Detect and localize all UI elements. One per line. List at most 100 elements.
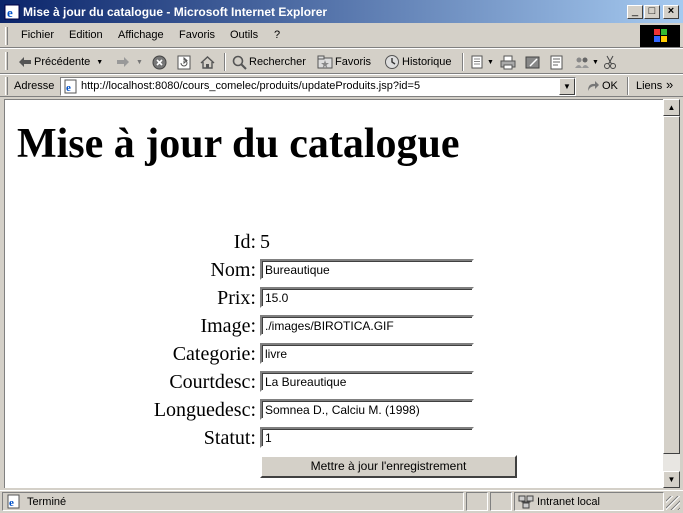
categorie-label: Categorie:	[172, 343, 256, 365]
menu-outils[interactable]: Outils	[230, 29, 258, 41]
refresh-button[interactable]	[177, 53, 191, 71]
menu-grip[interactable]	[5, 27, 8, 45]
go-button-label: OK	[602, 80, 618, 92]
status-text: Terminé	[27, 496, 67, 508]
edit-icon	[525, 56, 540, 68]
toolbar-grip[interactable]	[5, 52, 8, 70]
categorie-input[interactable]	[260, 343, 474, 364]
maximize-button[interactable]: □	[644, 5, 660, 19]
menu-bar: Fichier Edition Affichage Favoris Outils…	[0, 24, 683, 48]
address-dropdown-button[interactable]: ▼	[559, 78, 575, 95]
favorites-button[interactable]: Favoris	[317, 53, 371, 71]
history-button-label: Historique	[402, 56, 452, 68]
discuss-button[interactable]	[549, 53, 564, 71]
statut-label: Statut:	[203, 427, 256, 449]
longuedesc-input[interactable]	[260, 399, 474, 420]
nom-label: Nom:	[210, 259, 256, 281]
menu-help[interactable]: ?	[274, 29, 280, 41]
status-bar: e Terminé Intranet local	[0, 490, 683, 513]
print-icon	[500, 55, 516, 69]
status-panel-zone: Intranet local	[514, 492, 664, 511]
search-icon	[232, 55, 247, 70]
vertical-scrollbar[interactable]: ▲ ▼	[663, 99, 680, 488]
window-title: Mise à jour du catalogue - Microsoft Int…	[23, 5, 328, 19]
page-icon: e	[64, 79, 77, 94]
minimize-button[interactable]: _	[627, 5, 643, 19]
stop-icon	[152, 55, 167, 69]
status-panel-security	[490, 492, 512, 511]
standard-toolbar: Précédente ▼ ▼ Rechercher Favoris Histor…	[0, 48, 683, 74]
menu-favoris[interactable]: Favoris	[179, 29, 215, 41]
back-button[interactable]: Précédente ▼	[18, 53, 103, 71]
prix-label: Prix:	[217, 287, 256, 309]
page-done-icon: e	[7, 494, 20, 509]
address-input[interactable]: e http://localhost:8080/cours_comelec/pr…	[60, 77, 576, 96]
scroll-down-button[interactable]: ▼	[663, 471, 680, 488]
zone-text: Intranet local	[537, 496, 600, 508]
windows-logo	[640, 25, 680, 47]
messenger-button[interactable]: ▼	[574, 53, 599, 71]
courtdesc-input[interactable]	[260, 371, 474, 392]
form-row-categorie: Categorie:	[5, 343, 663, 367]
page-viewport: Mise à jour du catalogue Id: 5 Nom: Prix…	[4, 99, 663, 488]
prix-input[interactable]	[260, 287, 474, 308]
forward-dropdown-icon[interactable]: ▼	[136, 59, 143, 66]
back-dropdown-icon[interactable]: ▼	[96, 59, 103, 66]
update-record-button[interactable]: Mettre à jour l'enregistrement	[260, 455, 517, 478]
edit-button[interactable]	[525, 53, 541, 71]
go-button[interactable]: OK	[586, 77, 618, 95]
close-button[interactable]: ×	[663, 5, 679, 19]
resize-grip[interactable]	[666, 496, 680, 510]
address-label: Adresse	[14, 80, 55, 92]
links-chevron-icon[interactable]: »	[666, 77, 673, 92]
form-row-longuedesc: Longuedesc:	[5, 399, 663, 423]
menu-affichage[interactable]: Affichage	[118, 29, 164, 41]
form-row-image: Image:	[5, 315, 663, 339]
mail-icon	[471, 55, 483, 68]
mail-button[interactable]: ▼	[470, 53, 494, 71]
ie-icon: e	[4, 4, 20, 20]
title-bar: e Mise à jour du catalogue - Microsoft I…	[0, 0, 683, 24]
messenger-dropdown-icon[interactable]: ▼	[592, 59, 599, 66]
history-button[interactable]: Historique	[384, 53, 452, 71]
svg-text:e: e	[9, 497, 14, 509]
scroll-thumb[interactable]	[663, 116, 680, 454]
longuedesc-label: Longuedesc:	[153, 399, 256, 421]
forward-button[interactable]: ▼	[116, 53, 143, 71]
page-heading: Mise à jour du catalogue	[17, 121, 460, 167]
stop-button[interactable]	[152, 53, 167, 71]
back-button-label: Précédente	[34, 56, 91, 68]
favorites-icon	[317, 55, 333, 69]
refresh-icon	[177, 55, 191, 69]
toolbar-separator	[462, 53, 464, 71]
statut-input[interactable]	[260, 427, 474, 448]
address-grip[interactable]	[5, 77, 8, 95]
form-row-courtdesc: Courtdesc:	[5, 371, 663, 395]
form-row-nom: Nom:	[5, 259, 663, 283]
forward-arrow-icon	[117, 57, 129, 67]
home-button[interactable]	[200, 53, 215, 71]
print-button[interactable]	[500, 53, 516, 71]
search-button-label: Rechercher	[249, 56, 306, 68]
form-row-prix: Prix:	[5, 287, 663, 311]
image-label: Image:	[200, 315, 256, 337]
mail-dropdown-icon[interactable]: ▼	[487, 59, 494, 66]
scissors-icon	[604, 55, 616, 69]
address-url: http://localhost:8080/cours_comelec/prod…	[81, 80, 421, 92]
intranet-zone-icon	[518, 495, 534, 509]
image-input[interactable]	[260, 315, 474, 336]
search-button[interactable]: Rechercher	[232, 53, 306, 71]
scroll-up-button[interactable]: ▲	[663, 99, 680, 116]
menu-edition[interactable]: Edition	[69, 29, 103, 41]
toolbar-separator	[224, 53, 226, 71]
nom-input[interactable]	[260, 259, 474, 280]
form-row-id: Id: 5	[5, 231, 663, 255]
home-icon	[200, 55, 215, 69]
address-bar: Adresse e http://localhost:8080/cours_co…	[0, 74, 683, 97]
courtdesc-label: Courtdesc:	[169, 371, 256, 393]
links-label[interactable]: Liens	[636, 80, 662, 92]
go-arrow-icon	[588, 80, 599, 91]
cut-button[interactable]	[603, 53, 617, 71]
menu-fichier[interactable]: Fichier	[21, 29, 54, 41]
id-value: 5	[260, 231, 270, 253]
